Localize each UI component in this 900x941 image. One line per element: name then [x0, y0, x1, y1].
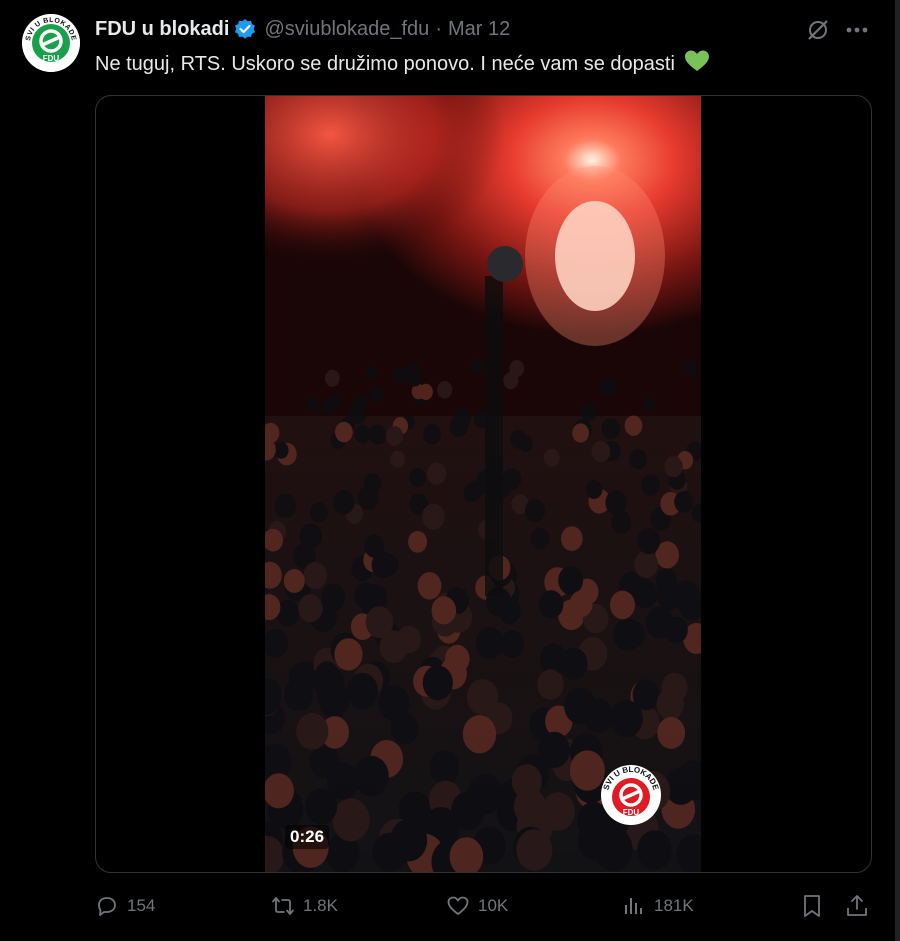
repost-count: 1.8K [303, 896, 338, 915]
repost-icon [272, 897, 294, 915]
views-count: 181K [654, 896, 694, 915]
action-bar: 154 1.8K 10K 181K [95, 890, 875, 922]
video-player[interactable]: 0:26 SVI U BLOKADE FDU [265, 96, 701, 872]
media-container[interactable]: 0:26 SVI U BLOKADE FDU [95, 95, 872, 873]
avatar[interactable]: SVI U BLOKADE FDU [22, 14, 80, 72]
verified-badge-icon [234, 18, 256, 40]
post-text-body: Ne tuguj, RTS. Uskoro se družimo ponovo.… [95, 53, 675, 75]
repost-button[interactable]: 1.8K [271, 890, 338, 922]
views-button[interactable]: 181K [622, 890, 694, 922]
avatar-bottom-text: FDU [43, 54, 60, 63]
like-button[interactable]: 10K [446, 890, 508, 922]
watermark-bottom-text: FDU [623, 808, 640, 817]
like-count: 10K [478, 896, 509, 915]
post-date[interactable]: Mar 12 [448, 18, 510, 41]
window-edge [895, 0, 900, 941]
post-text: Ne tuguj, RTS. Uskoro se družimo ponovo.… [95, 49, 710, 80]
reply-button[interactable]: 154 [95, 890, 155, 922]
reply-icon [98, 897, 116, 916]
more-options-icon[interactable] [844, 18, 870, 42]
green-heart-icon [684, 49, 710, 80]
author-handle[interactable]: @sviublokade_fdu [264, 18, 429, 41]
author-name[interactable]: FDU u blokadi [95, 18, 229, 41]
heart-icon [447, 896, 469, 915]
video-frame [265, 96, 701, 872]
share-icon[interactable] [845, 893, 869, 919]
video-duration: 0:26 [285, 825, 330, 849]
fdu-watermark: SVI U BLOKADE FDU [600, 764, 662, 826]
separator-dot: · [435, 17, 442, 40]
post-header: FDU u blokadi @sviublokade_fdu · Mar 12 [95, 15, 510, 43]
bookmark-icon[interactable] [800, 893, 824, 919]
grok-icon[interactable] [806, 18, 830, 42]
analytics-icon [625, 898, 642, 914]
reply-count: 154 [127, 896, 156, 915]
